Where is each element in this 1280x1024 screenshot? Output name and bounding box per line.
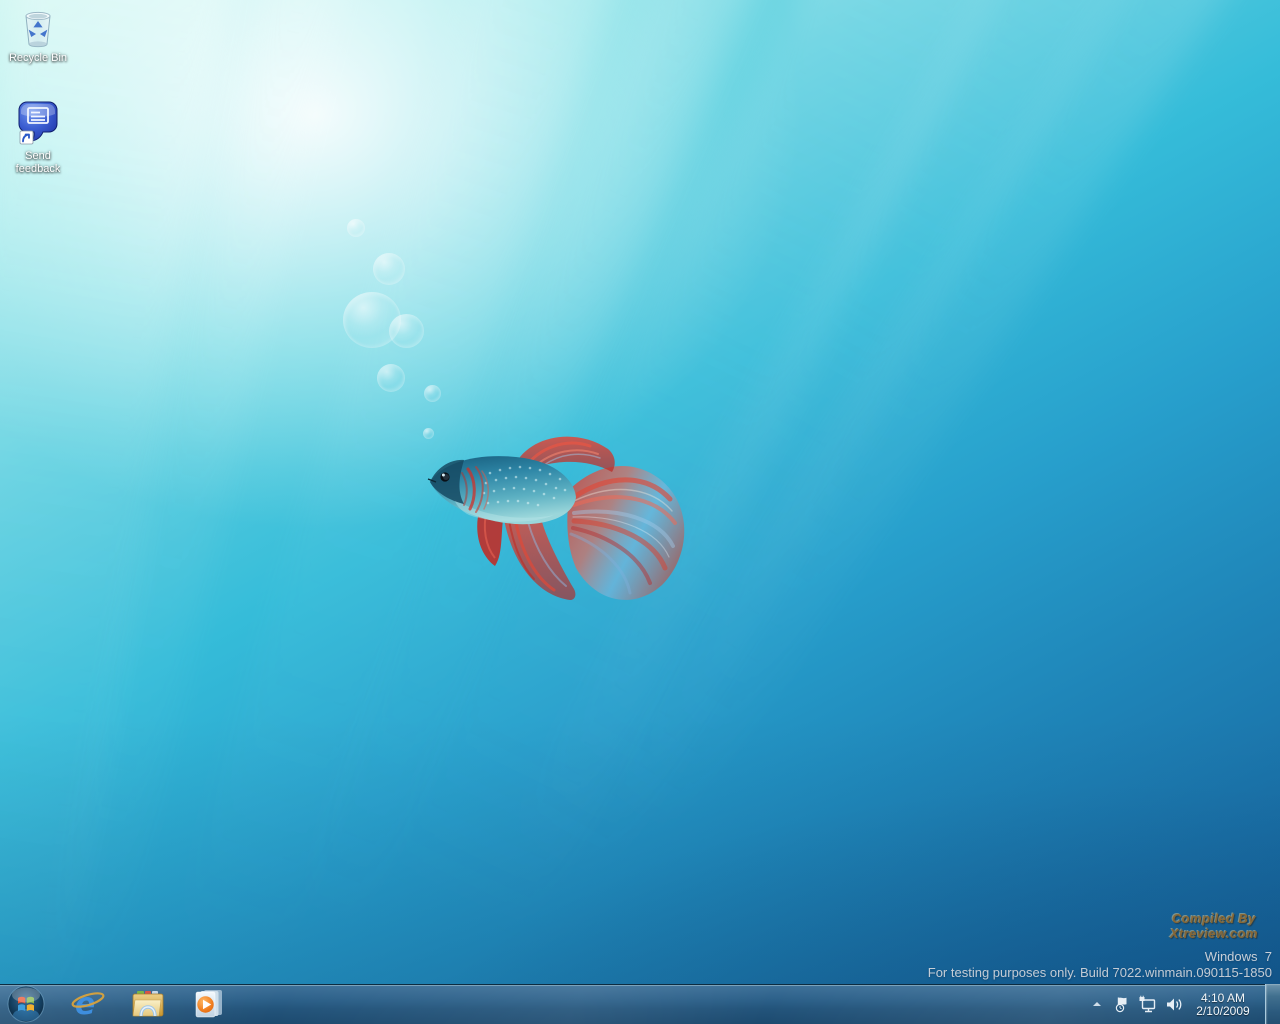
chevron-up-icon [1093, 1002, 1101, 1006]
build-watermark: Windows 7 For testing purposes only. Bui… [928, 949, 1272, 980]
taskbar-item-windows-explorer[interactable] [128, 984, 168, 1024]
bubble [373, 253, 405, 285]
show-hidden-icons-button[interactable] [1085, 984, 1109, 1024]
send-feedback-icon [18, 101, 58, 145]
network-status-button[interactable] [1135, 984, 1161, 1024]
clock-date: 2/10/2009 [1196, 1003, 1250, 1018]
taskbar-item-windows-media-player[interactable] [188, 984, 228, 1024]
watermark-line2: Xtreview.com [1169, 926, 1258, 941]
volume-button[interactable] [1161, 984, 1187, 1024]
build-string-text: For testing purposes only. Build 7022.wi… [927, 965, 1272, 980]
icon-label: Recycle Bin [8, 52, 68, 64]
action-center-flag-button[interactable] [1109, 984, 1135, 1024]
folder-explorer-icon [132, 991, 164, 1017]
betta-fish-image [427, 436, 685, 600]
windows-orb-icon [7, 985, 45, 1023]
show-desktop-button[interactable] [1265, 984, 1280, 1024]
media-player-icon [195, 990, 222, 1018]
icon-label: Send feedback [15, 150, 61, 175]
taskbar-clock[interactable]: 4:10 AM 2/10/2009 [1187, 991, 1259, 1018]
bubble [424, 385, 441, 402]
windows-version-text: Windows 7 [1204, 949, 1272, 964]
shortcut-arrow-overlay [19, 130, 34, 145]
desktop-icon-recycle-bin[interactable]: Recycle Bin [0, 4, 76, 65]
bubble [343, 292, 401, 348]
bubble [347, 219, 365, 237]
speaker-icon [1167, 998, 1182, 1010]
desktop-icon-send-feedback[interactable]: Send feedback [0, 98, 76, 176]
flag-clock-icon [1115, 997, 1126, 1012]
bubble [389, 314, 424, 348]
internet-explorer-icon: e [71, 987, 105, 1021]
compiler-watermark: Compiled By Xtreview.com [1170, 911, 1258, 941]
desktop: Recycle Bin Send feedback Compiled By Xt… [0, 0, 1280, 1024]
bubble [377, 364, 405, 392]
network-icon [1139, 995, 1156, 1012]
watermark-line1: Compiled By [1172, 911, 1256, 926]
recycle-bin-icon [25, 11, 51, 48]
system-tray: 4:10 AM 2/10/2009 [1085, 984, 1280, 1024]
start-button[interactable] [6, 984, 46, 1024]
clock-time: 4:10 AM [1200, 990, 1246, 1005]
taskbar: e 4:10 AM 2/10/2009 [0, 984, 1280, 1024]
taskbar-item-internet-explorer[interactable]: e [68, 984, 108, 1024]
